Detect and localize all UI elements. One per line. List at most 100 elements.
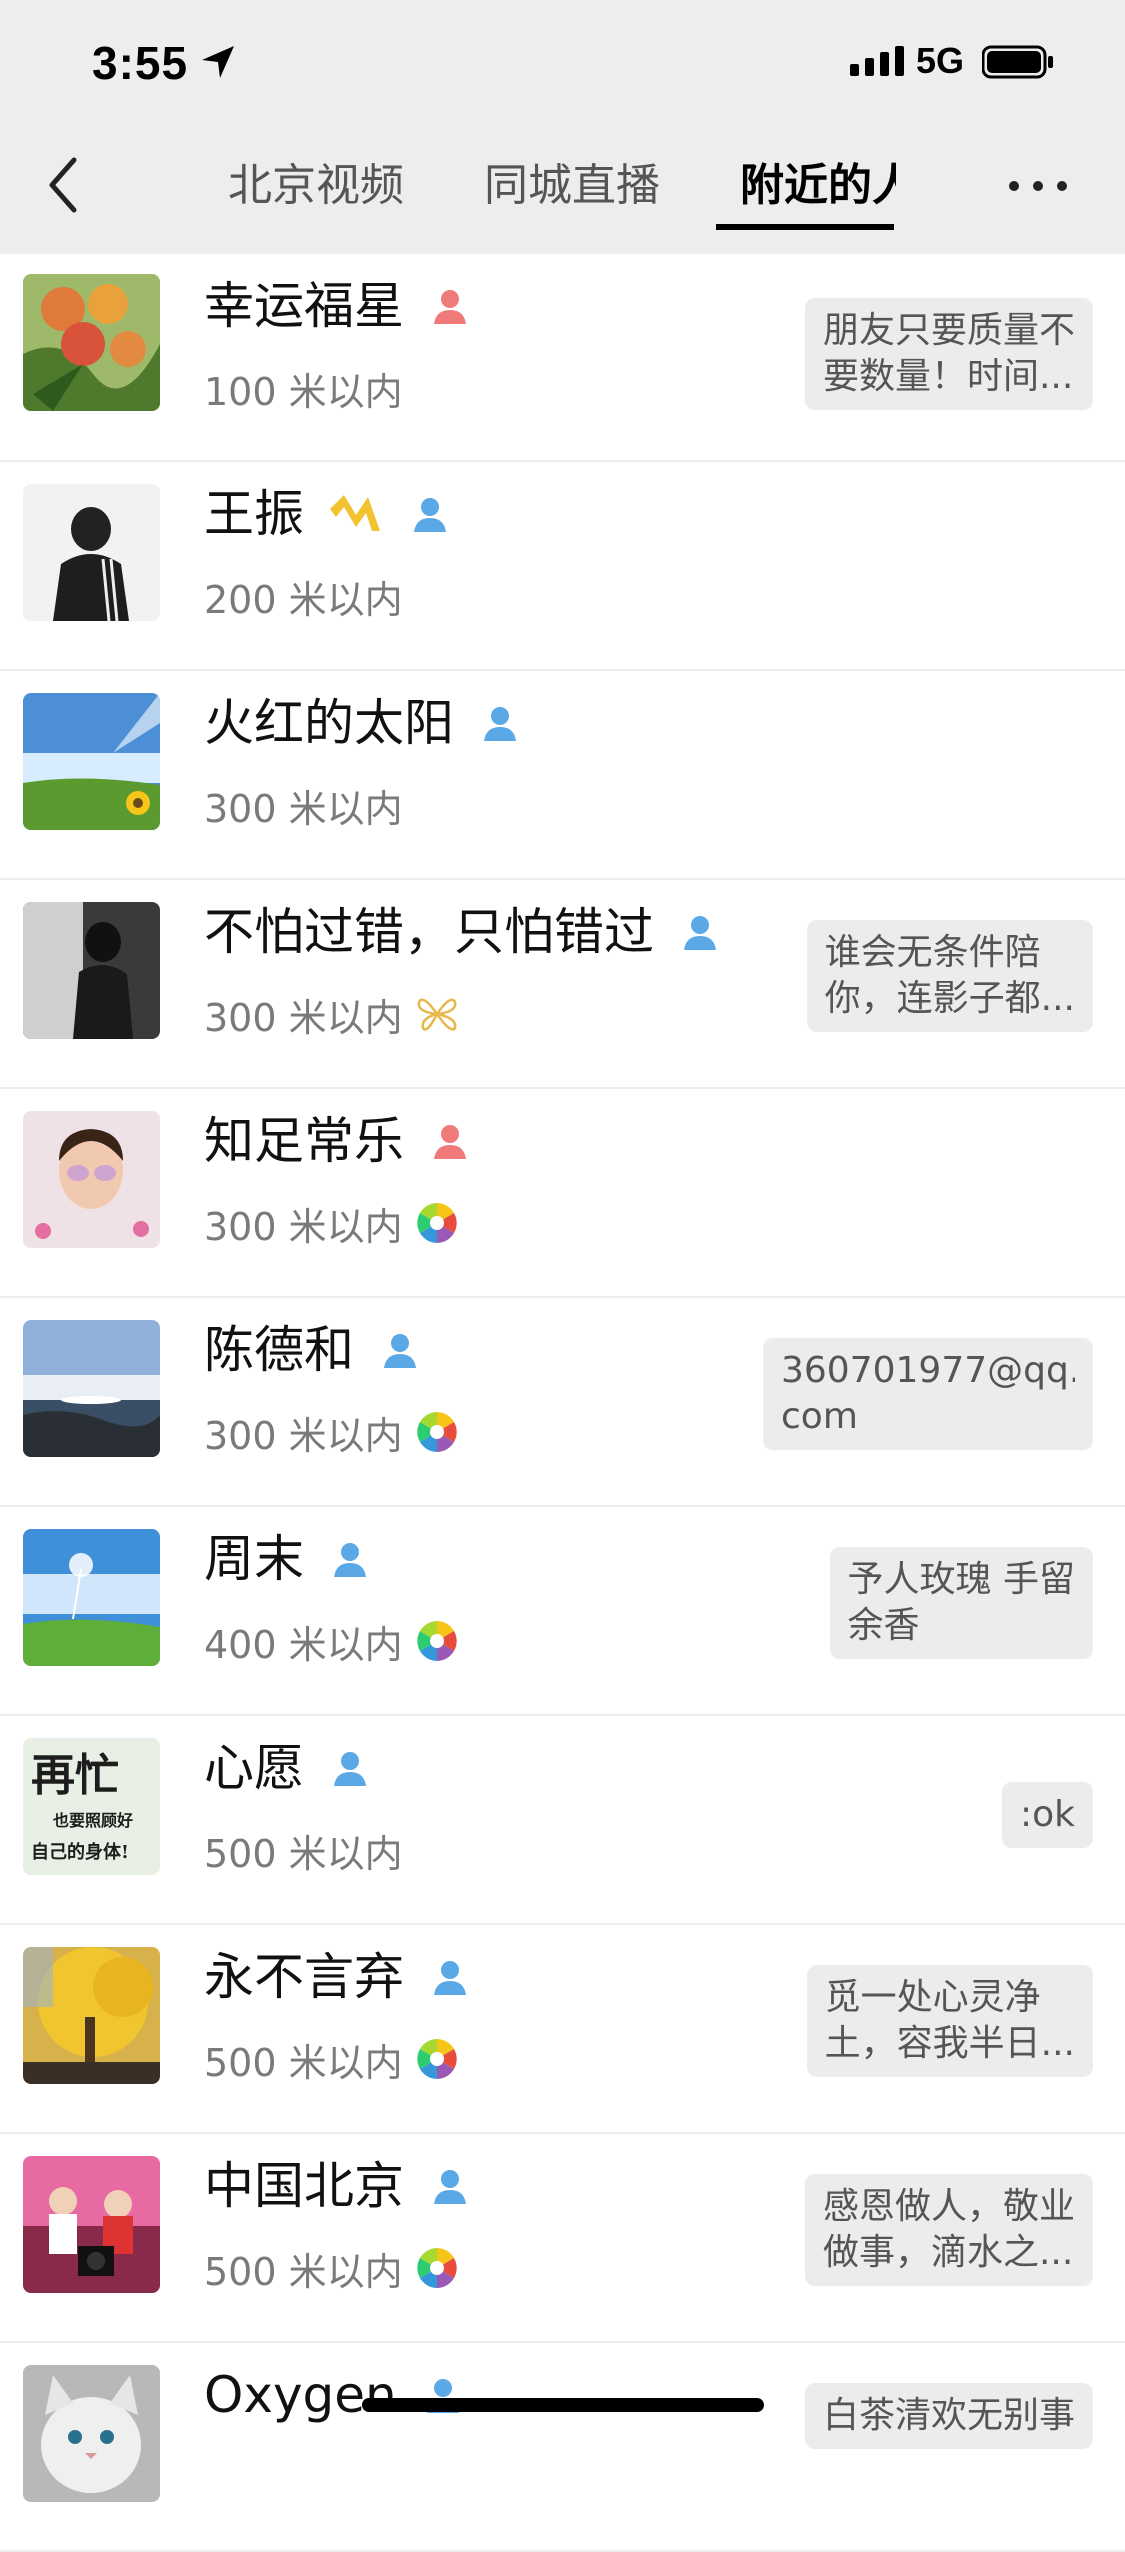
list-item[interactable]: 不怕过错，只怕错过 300 米以内 谁会无条件陪 你，连影子都... xyxy=(0,880,1125,1089)
signature-bubble: 白茶清欢无别事 xyxy=(804,2383,1093,2449)
distance-row: 400 米以内 xyxy=(204,1611,459,1671)
user-name: 永不言弃 xyxy=(204,1948,404,2006)
home-indicator[interactable] xyxy=(362,2398,764,2412)
signature-bubble: 朋友只要质量不 要数量！时间... xyxy=(804,298,1093,410)
list-item[interactable]: 永不言弃 500 米以内 觅一处心灵净 土，容我半日... xyxy=(0,1925,1125,2134)
list-item[interactable]: 陈德和 300 米以内 360701977@qq. com xyxy=(0,1298,1125,1507)
name-row: Oxygen xyxy=(204,2359,463,2431)
avatar[interactable] xyxy=(23,484,160,621)
avatar[interactable] xyxy=(23,1111,160,1248)
tab-nearby-people[interactable]: 附近的人 xyxy=(740,160,896,211)
signature-line: 你，连影子都... xyxy=(824,978,1075,1019)
list-item[interactable]: 知足常乐 300 米以内 xyxy=(0,1089,1125,1298)
male-icon xyxy=(684,916,716,950)
list-item[interactable]: 火红的太阳 300 米以内 xyxy=(0,671,1125,880)
status-time: 3:55 xyxy=(92,37,189,89)
list-item[interactable]: Oxygen 白茶清欢无别事 xyxy=(0,2343,1125,2552)
name-row: 知足常乐 xyxy=(204,1105,470,1177)
name-row: 陈德和 xyxy=(204,1314,420,1386)
avatar[interactable] xyxy=(23,1529,160,1666)
distance-row: 500 米以内 xyxy=(204,1820,403,1880)
distance-label: 500 米以内 xyxy=(204,1831,403,1876)
cellular-signal-icon xyxy=(850,46,904,76)
signature-line: 做事，滴水之... xyxy=(822,2232,1074,2273)
distance-label: 400 米以内 xyxy=(204,1622,403,1667)
user-name: 不怕过错，只怕错过 xyxy=(204,903,654,961)
name-row: 火红的太阳 xyxy=(204,687,520,759)
list-item[interactable]: 中国北京 500 米以内 感恩做人，敬业 做事，滴水之... xyxy=(0,2134,1125,2343)
user-name: 中国北京 xyxy=(204,2157,404,2215)
top-bar: 3:55 5G 北京视频 同城直播 附近的人 xyxy=(0,0,1125,254)
name-row: 周末 xyxy=(204,1523,370,1595)
butterfly-icon xyxy=(417,998,457,1031)
distance-label: 300 米以内 xyxy=(204,995,403,1040)
user-name: 王振 xyxy=(204,485,304,543)
avatar[interactable] xyxy=(23,1947,160,2084)
tab-beijing-video[interactable]: 北京视频 xyxy=(228,156,404,216)
crown-icon xyxy=(330,495,380,531)
distance-row: 300 米以内 xyxy=(204,984,459,1044)
avatar[interactable] xyxy=(23,274,160,411)
user-name: 火红的太阳 xyxy=(204,694,454,752)
user-name: 知足常乐 xyxy=(204,1112,404,1170)
back-arrow-icon[interactable] xyxy=(40,150,90,220)
list-item[interactable]: 周末 400 米以内 予人玫瑰 手留 余香 xyxy=(0,1507,1125,1716)
male-icon xyxy=(434,2170,466,2204)
male-icon xyxy=(334,1752,366,1786)
tab-nearby-people-container: 附近的人 xyxy=(740,156,896,220)
nearby-people-list: 幸运福星 100 米以内 朋友只要质量不 要数量！时间... 王振 200 米以… xyxy=(0,254,1125,2552)
avatar[interactable] xyxy=(23,1320,160,1457)
user-name: 心愿 xyxy=(204,1739,304,1797)
signature-bubble: 觅一处心灵净 土，容我半日... xyxy=(806,1965,1093,2077)
name-row: 永不言弃 xyxy=(204,1941,470,2013)
female-icon xyxy=(434,1125,466,1159)
avatar[interactable]: 再忙 也要照顾好 自己的身体! xyxy=(23,1738,160,1875)
avatar[interactable] xyxy=(23,2156,160,2293)
user-name: 周末 xyxy=(204,1530,304,1588)
distance-row: 100 米以内 xyxy=(204,358,403,418)
moments-icon xyxy=(416,1203,457,1243)
name-row: 幸运福星 xyxy=(204,270,470,342)
distance-row: 300 米以内 xyxy=(204,775,403,835)
avatar[interactable] xyxy=(23,693,160,830)
distance-label: 500 米以内 xyxy=(204,2040,403,2085)
list-item[interactable]: 幸运福星 100 米以内 朋友只要质量不 要数量！时间... xyxy=(0,254,1125,462)
name-row: 王振 xyxy=(204,478,450,550)
signature-bubble: 谁会无条件陪 你，连影子都... xyxy=(806,920,1093,1032)
svg-text:再忙: 再忙 xyxy=(31,1750,119,1801)
moments-icon xyxy=(416,2248,457,2288)
distance-row: 500 米以内 xyxy=(204,2238,459,2298)
signature-bubble: 予人玫瑰 手留 余香 xyxy=(829,1547,1093,1659)
signature-line: 觅一处心灵净 xyxy=(824,1977,1041,2018)
avatar[interactable] xyxy=(23,2365,160,2502)
male-icon xyxy=(484,707,516,741)
female-icon xyxy=(434,290,466,324)
distance-label: 100 米以内 xyxy=(204,369,403,414)
distance-row: 300 米以内 xyxy=(204,1193,459,1253)
signature-line: 360701977@qq. xyxy=(781,1350,1075,1391)
signature-line: 土，容我半日... xyxy=(824,2023,1075,2064)
distance-label: 300 米以内 xyxy=(204,786,403,831)
distance-row: 300 米以内 xyxy=(204,1402,459,1462)
signature-line: 白茶清欢无别事 xyxy=(822,2395,1075,2436)
active-tab-indicator xyxy=(716,224,894,230)
distance-label: 500 米以内 xyxy=(204,2249,403,2294)
signature-line: 感恩做人，敬业 xyxy=(822,2186,1075,2227)
signature-line: 要数量！时间... xyxy=(822,356,1074,397)
signature-line: com xyxy=(781,1396,858,1437)
battery-icon xyxy=(982,45,1053,79)
list-item[interactable]: 再忙 也要照顾好 自己的身体! 心愿 500 米以内 :ok xyxy=(0,1716,1125,1925)
signature-bubble: 360701977@qq. com xyxy=(763,1338,1093,1450)
avatar[interactable] xyxy=(23,902,160,1039)
user-name: 幸运福星 xyxy=(204,277,404,335)
more-options-icon[interactable] xyxy=(1006,174,1070,198)
male-icon xyxy=(434,1961,466,1995)
name-row: 中国北京 xyxy=(204,2150,470,2222)
signature-line: :ok xyxy=(1019,1794,1075,1835)
tab-city-live[interactable]: 同城直播 xyxy=(484,156,660,216)
list-item[interactable]: 王振 200 米以内 xyxy=(0,462,1125,671)
name-row: 不怕过错，只怕错过 xyxy=(204,896,720,968)
svg-text:自己的身体!: 自己的身体! xyxy=(31,1841,129,1863)
user-name: 陈德和 xyxy=(204,1321,354,1379)
moments-icon xyxy=(416,2039,457,2079)
